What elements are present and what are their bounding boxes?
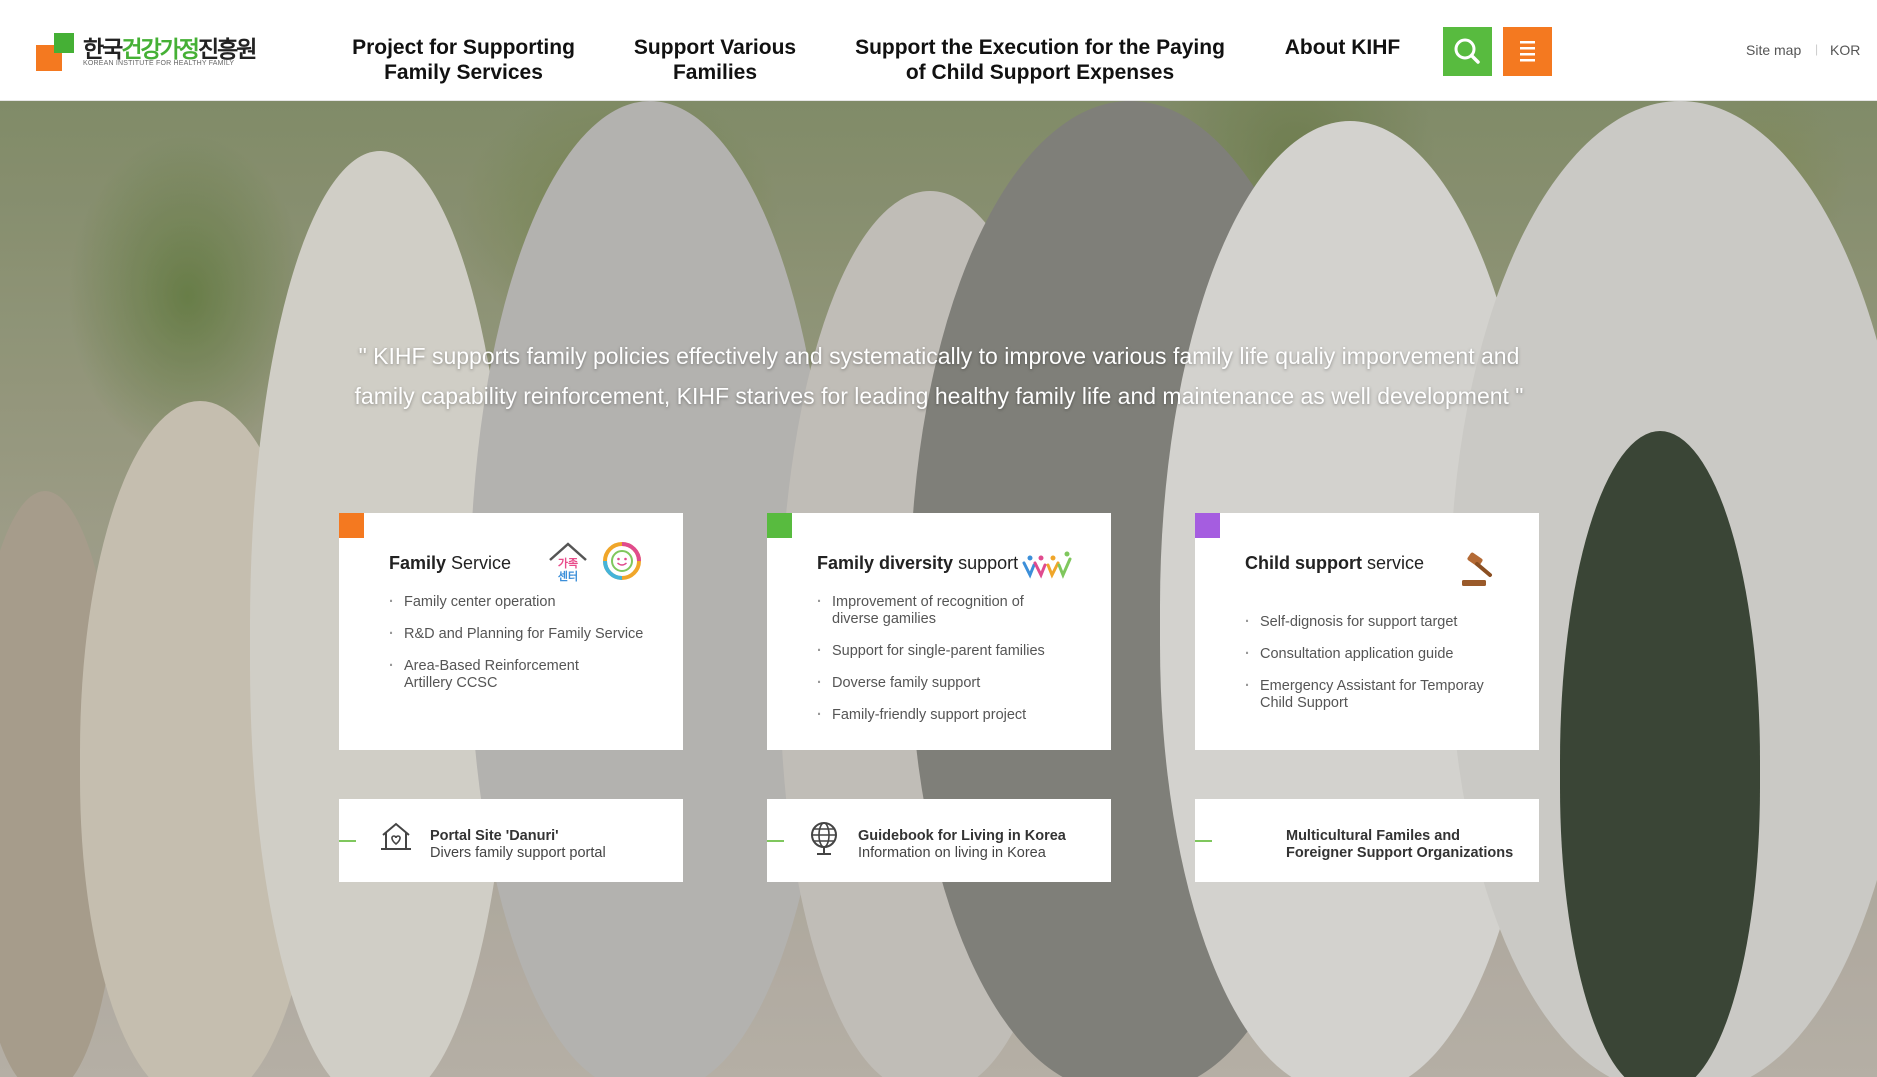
quote-line: family capability reinforcement, KIHF st… (354, 383, 1524, 409)
logo-korean-name: 한국건강가정진흥원 (83, 30, 257, 64)
globe-icon (811, 822, 837, 855)
list-item-line: Self-dignosis for support target (1260, 614, 1458, 630)
nav-project-family-services[interactable]: Project for Supporting Family Services (346, 35, 581, 85)
link-subtitle: Information on living in Korea (858, 845, 1046, 861)
card-title-rest: support (953, 553, 1019, 573)
gavel-icon (1462, 552, 1492, 586)
link-guidebook-living-korea[interactable]: Guidebook for Living in Korea Informatio… (767, 799, 1111, 882)
search-button[interactable] (1443, 27, 1492, 76)
list-item[interactable]: Family center operation (389, 594, 643, 611)
list-item-line: R&D and Planning for Family Service (404, 626, 644, 642)
card-title-bold: Child support (1245, 553, 1362, 573)
link-accent-dash (767, 840, 784, 842)
card-family-diversity-support[interactable]: Family diversity support Improvement of … (767, 513, 1111, 750)
list-item-line: Support for single-parent families (832, 643, 1045, 659)
list-item[interactable]: R&D and Planning for Family Service (389, 626, 643, 643)
card-corner-accent (1195, 513, 1220, 538)
language-kor-link[interactable]: KOR (1830, 42, 1860, 58)
nav-label-line2: Family Services (384, 61, 543, 84)
card-title-rest: service (1361, 553, 1424, 573)
family-center-house-icon: 가족 센터 (549, 542, 587, 583)
link-accent-dash (339, 840, 356, 842)
list-item[interactable]: Area-Based ReinforcementArtillery CCSC (389, 658, 643, 692)
list-item-line: diverse gamilies (832, 611, 936, 627)
list-item[interactable]: Support for single-parent families (817, 643, 1045, 660)
site-header: 한국건강가정진흥원 KOREAN INSTITUTE FOR HEALTHY F… (0, 0, 1877, 101)
card-title-bold: Family diversity (817, 553, 954, 573)
hero-quote: " KIHF supports family policies effectiv… (344, 336, 1534, 416)
list-item-line: Child Support (1260, 695, 1348, 711)
list-item-line: Consultation application guide (1260, 646, 1454, 662)
list-item[interactable]: Self-dignosis for support target (1245, 614, 1484, 631)
quote-line: " KIHF supports family policies effectiv… (358, 343, 1520, 369)
card-title-rest: Service (446, 553, 512, 573)
link-portal-danuri[interactable]: Portal Site 'Danuri' Divers family suppo… (339, 799, 683, 882)
logo-english-name: KOREAN INSTITUTE FOR HEALTHY FAMILY (83, 60, 235, 67)
list-item-line: Area-Based Reinforcement (404, 658, 579, 674)
list-item[interactable]: Family-friendly support project (817, 707, 1045, 724)
site-logo[interactable]: 한국건강가정진흥원 KOREAN INSTITUTE FOR HEALTHY F… (36, 30, 257, 74)
nav-label-line1: Support the Execution for the Paying (855, 36, 1225, 59)
nav-label-line1: Project for Supporting (352, 36, 575, 59)
nav-label-line2: Families (672, 61, 758, 84)
nav-about-kihf[interactable]: About KIHF (1280, 35, 1405, 60)
nav-support-various-families[interactable]: Support Various Families (625, 35, 805, 85)
card-corner-accent (767, 513, 792, 538)
nav-label-line1: About KIHF (1284, 36, 1401, 59)
card-list: Improvement of recognition ofdiverse gam… (817, 594, 1045, 739)
house-heart-icon (381, 822, 411, 850)
list-item[interactable]: Improvement of recognition ofdiverse gam… (817, 594, 1045, 628)
card-list: Self-dignosis for support target Consult… (1245, 614, 1484, 727)
smile-circle-icon (603, 542, 641, 580)
list-item[interactable]: Emergency Assistant for TemporayChild Su… (1245, 678, 1484, 712)
card-title: Family diversity support (817, 553, 1018, 574)
nav-label-line1: Support Various (633, 36, 797, 59)
list-item-line: Artillery CCSC (404, 675, 498, 691)
link-title: Portal Site 'Danuri' (430, 828, 559, 844)
card-corner-accent (339, 513, 364, 538)
family-center-icon-text: 가족 (558, 556, 578, 570)
card-title: Child support service (1245, 553, 1424, 574)
diversity-people-icon (1022, 551, 1072, 579)
list-item[interactable]: Doverse family support (817, 675, 1045, 692)
link-title: Multicultural Familes and (1286, 828, 1461, 844)
link-multicultural-organizations[interactable]: Multicultural Familes and Foreigner Supp… (1195, 799, 1539, 882)
util-separator: | (1815, 42, 1819, 56)
list-item-line: Doverse family support (832, 675, 981, 691)
card-title-bold: Family (389, 553, 447, 573)
logo-mark-icon (36, 33, 74, 71)
link-title: Guidebook for Living in Korea (858, 828, 1066, 844)
list-item-line: Improvement of recognition of (832, 594, 1024, 610)
card-title: Family Service (389, 553, 511, 574)
nav-label-line2: of Child Support Expenses (905, 61, 1175, 84)
link-subtitle: Divers family support portal (430, 845, 606, 861)
sitemap-link[interactable]: Site map (1746, 42, 1801, 58)
search-icon (1454, 38, 1480, 64)
list-item[interactable]: Consultation application guide (1245, 646, 1484, 663)
list-item-line: Family-friendly support project (832, 707, 1027, 723)
menu-button[interactable] (1503, 27, 1552, 76)
card-family-service[interactable]: Family Service 가족 센터 Family center opera… (339, 513, 683, 750)
card-list: Family center operation R&D and Planning… (389, 594, 643, 707)
list-item-line: Family center operation (404, 594, 556, 610)
nav-child-support-expenses[interactable]: Support the Execution for the Paying of … (850, 35, 1230, 85)
family-center-icon-text: 센터 (558, 569, 578, 583)
list-item-line: Emergency Assistant for Temporay (1260, 678, 1484, 694)
menu-icon (1520, 41, 1535, 62)
card-child-support-service[interactable]: Child support service Self-dignosis for … (1195, 513, 1539, 750)
link-title-line2: Foreigner Support Organizations (1286, 845, 1514, 861)
link-accent-dash (1195, 840, 1212, 842)
